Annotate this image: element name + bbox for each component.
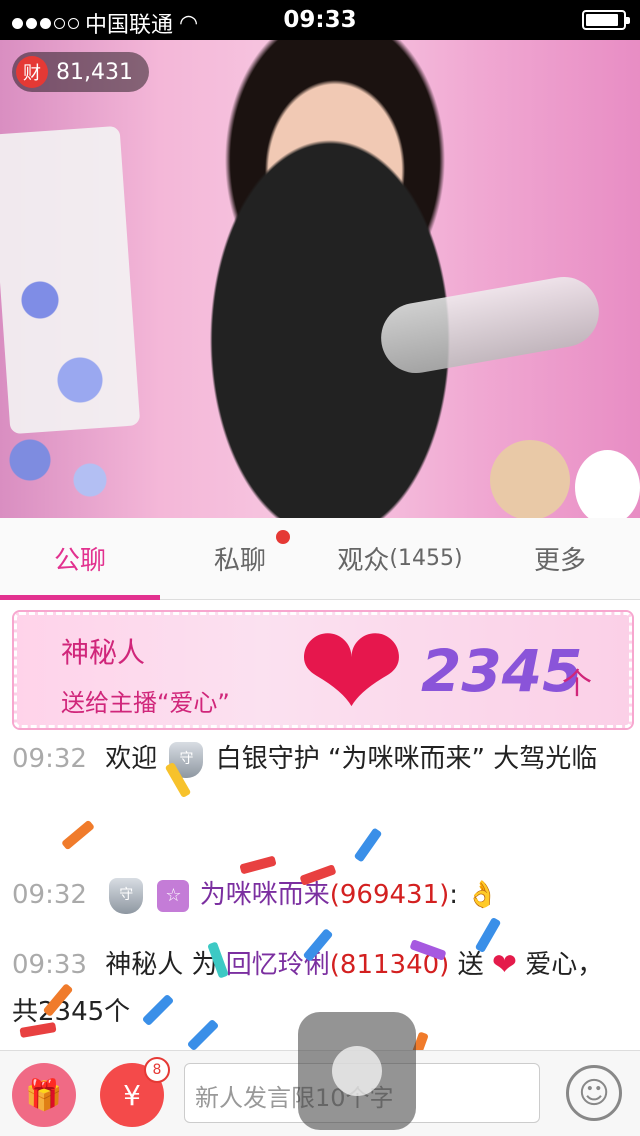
red-packet-icon: ¥ — [123, 1078, 141, 1112]
heart-gift-icon: ❤ — [491, 947, 518, 983]
gift-description: 送给主播“爱心” — [61, 689, 230, 717]
tab-private-chat[interactable]: 私聊 — [160, 518, 320, 599]
heart-icon: ❤ — [297, 596, 406, 748]
microphone — [375, 271, 605, 379]
bear-sticker — [490, 440, 570, 518]
chat-tabs: 公聊 私聊 观众 (1455) 更多 — [0, 518, 640, 600]
assistive-touch-button[interactable] — [298, 1012, 416, 1130]
bunny-sticker — [575, 450, 640, 518]
tab-public-chat[interactable]: 公聊 — [0, 518, 160, 600]
gift-count: 2345 — [421, 637, 583, 705]
tab-more[interactable]: 更多 — [480, 518, 640, 599]
user-id: (969431) — [329, 880, 450, 910]
emoji-icon[interactable]: ☺ — [566, 1065, 622, 1121]
wealth-value: 81,431 — [56, 59, 133, 85]
live-video[interactable] — [0, 40, 640, 518]
red-packet-badge: 8 — [144, 1057, 170, 1083]
star-level-icon: ☆ — [157, 879, 190, 912]
audience-count: (1455) — [389, 546, 463, 571]
gift-button[interactable]: 🎁 — [12, 1063, 76, 1127]
clock: 09:33 — [283, 7, 357, 33]
status-bar: 中国联通 ◠ 09:33 — [0, 0, 640, 40]
battery-icon — [582, 10, 630, 30]
red-packet-button[interactable]: ¥ 8 — [100, 1057, 170, 1127]
wealth-coin-icon: 财 — [16, 56, 48, 88]
gift-sender: 神秘人 — [61, 636, 146, 669]
guard-icon: 守 — [109, 877, 144, 914]
ok-hand-emoji: 👌 — [466, 880, 499, 910]
wealth-badge[interactable]: 财 81,431 — [12, 52, 149, 92]
gift-unit: 个 — [562, 667, 592, 702]
user-name[interactable]: 为咪咪而来 — [200, 880, 330, 910]
tab-audience[interactable]: 观众 (1455) — [320, 518, 480, 599]
gift-banner: 神秘人 送给主播“爱心” ❤ 2345 个 — [14, 607, 632, 737]
unread-dot — [276, 530, 290, 544]
flower-decoration — [0, 220, 120, 518]
gift-box-icon: 🎁 — [25, 1077, 63, 1113]
